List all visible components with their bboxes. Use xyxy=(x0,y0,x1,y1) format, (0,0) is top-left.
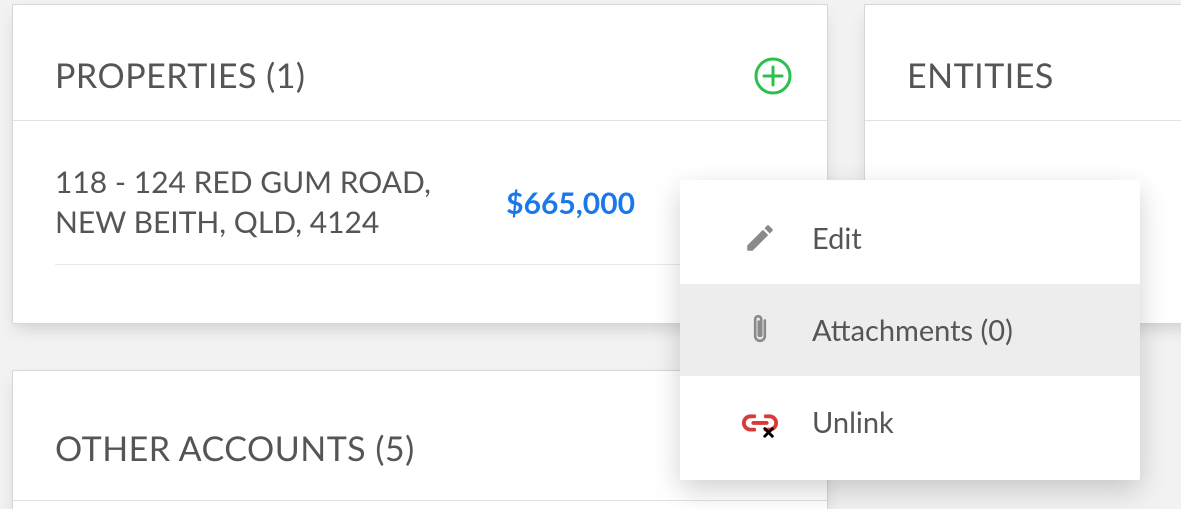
menu-item-attachments-label: Attachments (0) xyxy=(812,313,1013,348)
plus-circle-icon xyxy=(753,56,793,96)
menu-item-unlink-label: Unlink xyxy=(812,405,894,440)
property-row[interactable]: 118 - 124 RED GUM ROAD, NEW BEITH, QLD, … xyxy=(55,143,785,265)
menu-item-edit[interactable]: Edit xyxy=(680,192,1140,284)
properties-header: PROPERTIES (1) xyxy=(13,5,827,121)
entities-title: ENTITIES xyxy=(907,55,1054,96)
pencil-icon xyxy=(740,221,780,255)
entities-header: ENTITIES xyxy=(865,5,1181,121)
context-menu: Edit Attachments (0) Un xyxy=(680,180,1140,480)
paperclip-icon xyxy=(740,312,780,348)
menu-item-unlink[interactable]: Unlink xyxy=(680,376,1140,468)
add-property-button[interactable] xyxy=(753,56,793,96)
menu-item-edit-label: Edit xyxy=(812,221,862,256)
other-accounts-title: OTHER ACCOUNTS (5) xyxy=(55,428,415,469)
menu-item-attachments[interactable]: Attachments (0) xyxy=(680,284,1140,376)
properties-title: PROPERTIES (1) xyxy=(55,55,306,96)
unlink-icon xyxy=(740,406,780,438)
property-address: 118 - 124 RED GUM ROAD, NEW BEITH, QLD, … xyxy=(55,163,435,242)
